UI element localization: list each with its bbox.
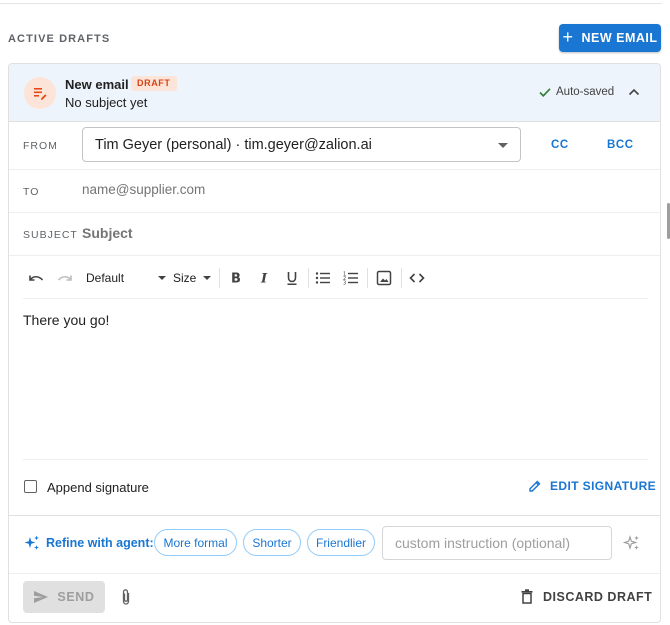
trash-icon bbox=[521, 589, 533, 604]
draft-edit-icon bbox=[24, 77, 56, 109]
draft-card: New email DRAFT No subject yet Auto-save… bbox=[8, 63, 661, 623]
toolbar-separator bbox=[308, 268, 309, 288]
draft-status-badge: DRAFT bbox=[131, 76, 177, 91]
to-row: TO bbox=[9, 170, 660, 213]
cc-button[interactable]: CC bbox=[551, 139, 569, 151]
chip-more-formal[interactable]: More formal bbox=[154, 529, 237, 556]
subject-label: SUBJECT bbox=[23, 229, 78, 241]
bcc-button[interactable]: BCC bbox=[607, 139, 634, 151]
check-icon bbox=[539, 88, 551, 97]
top-divider bbox=[0, 3, 662, 4]
sparkle-icon[interactable] bbox=[622, 534, 641, 557]
image-icon[interactable] bbox=[375, 268, 393, 288]
custom-instruction-input[interactable]: custom instruction (optional) bbox=[382, 526, 612, 560]
plus-icon: + bbox=[562, 27, 574, 47]
refine-label: Refine with agent: bbox=[23, 534, 154, 552]
refine-divider bbox=[9, 515, 660, 516]
svg-text:I: I bbox=[260, 272, 268, 286]
signature-row: Append signature EDIT SIGNATURE bbox=[9, 468, 660, 508]
section-header: ACTIVE DRAFTS + NEW EMAIL bbox=[0, 24, 662, 52]
chip-friendlier[interactable]: Friendlier bbox=[307, 529, 375, 556]
to-input[interactable] bbox=[82, 182, 642, 197]
refine-row: Refine with agent: More formal Shorter F… bbox=[9, 523, 660, 563]
from-row: FROM Tim Geyer (personal) · tim.geyer@za… bbox=[9, 122, 660, 170]
chip-shorter[interactable]: Shorter bbox=[243, 529, 301, 556]
send-button[interactable]: SEND bbox=[23, 581, 105, 613]
discard-draft-button[interactable]: DISCARD DRAFT bbox=[521, 589, 652, 604]
draft-subtitle: No subject yet bbox=[65, 95, 148, 110]
caret-down-icon bbox=[203, 276, 211, 280]
italic-icon[interactable]: I bbox=[255, 268, 273, 288]
toolbar-separator bbox=[367, 268, 368, 288]
edit-signature-label: EDIT SIGNATURE bbox=[550, 479, 657, 493]
underline-icon[interactable] bbox=[283, 268, 301, 288]
append-signature-checkbox[interactable] bbox=[24, 480, 37, 493]
discard-draft-label: DISCARD DRAFT bbox=[543, 589, 653, 604]
editor-toolbar: Default Size B I 123 bbox=[9, 256, 660, 299]
bulleted-list-icon[interactable] bbox=[314, 268, 332, 288]
sparkle-icon bbox=[24, 535, 39, 550]
subject-row: SUBJECT bbox=[9, 213, 660, 256]
caret-down-icon bbox=[158, 276, 166, 280]
refine-label-text: Refine with agent: bbox=[46, 536, 154, 550]
new-email-button[interactable]: + NEW EMAIL bbox=[559, 24, 661, 52]
new-email-label: NEW EMAIL bbox=[581, 31, 658, 45]
subject-input[interactable] bbox=[82, 225, 642, 241]
footer-divider bbox=[9, 573, 660, 574]
edit-signature-button[interactable]: EDIT SIGNATURE bbox=[528, 479, 656, 493]
redo-icon[interactable] bbox=[55, 268, 75, 288]
size-select[interactable]: Size bbox=[173, 268, 211, 288]
from-label: FROM bbox=[23, 140, 58, 152]
size-select-label: Size bbox=[173, 271, 197, 285]
append-signature-label[interactable]: Append signature bbox=[47, 480, 149, 495]
svg-text:B: B bbox=[231, 272, 241, 286]
draft-title: New email bbox=[65, 77, 129, 92]
autosaved-status: Auto-saved bbox=[538, 85, 614, 99]
send-label: SEND bbox=[57, 590, 95, 604]
paperclip-icon[interactable] bbox=[119, 588, 133, 611]
svg-text:3: 3 bbox=[343, 281, 346, 286]
font-select[interactable]: Default bbox=[86, 268, 166, 288]
message-body[interactable]: There you go! bbox=[23, 312, 109, 328]
caret-down-icon bbox=[498, 143, 508, 148]
send-icon bbox=[34, 591, 49, 603]
bold-icon[interactable]: B bbox=[227, 268, 245, 288]
undo-icon[interactable] bbox=[26, 268, 46, 288]
pencil-icon bbox=[529, 480, 541, 492]
body-divider bbox=[23, 459, 648, 460]
numbered-list-icon[interactable]: 123 bbox=[342, 268, 360, 288]
section-title: ACTIVE DRAFTS bbox=[8, 33, 111, 45]
chevron-up-icon[interactable] bbox=[626, 84, 642, 100]
toolbar-divider bbox=[23, 298, 648, 299]
draft-card-header[interactable]: New email DRAFT No subject yet Auto-save… bbox=[9, 64, 660, 122]
toolbar-separator bbox=[401, 268, 402, 288]
from-select[interactable]: Tim Geyer (personal) · tim.geyer@zalion.… bbox=[82, 127, 521, 162]
autosaved-label: Auto-saved bbox=[556, 86, 615, 98]
font-select-label: Default bbox=[86, 271, 125, 285]
from-value: Tim Geyer (personal) · tim.geyer@zalion.… bbox=[95, 137, 372, 153]
code-icon[interactable] bbox=[408, 268, 426, 288]
to-label: TO bbox=[23, 186, 40, 198]
toolbar-separator bbox=[219, 268, 220, 288]
